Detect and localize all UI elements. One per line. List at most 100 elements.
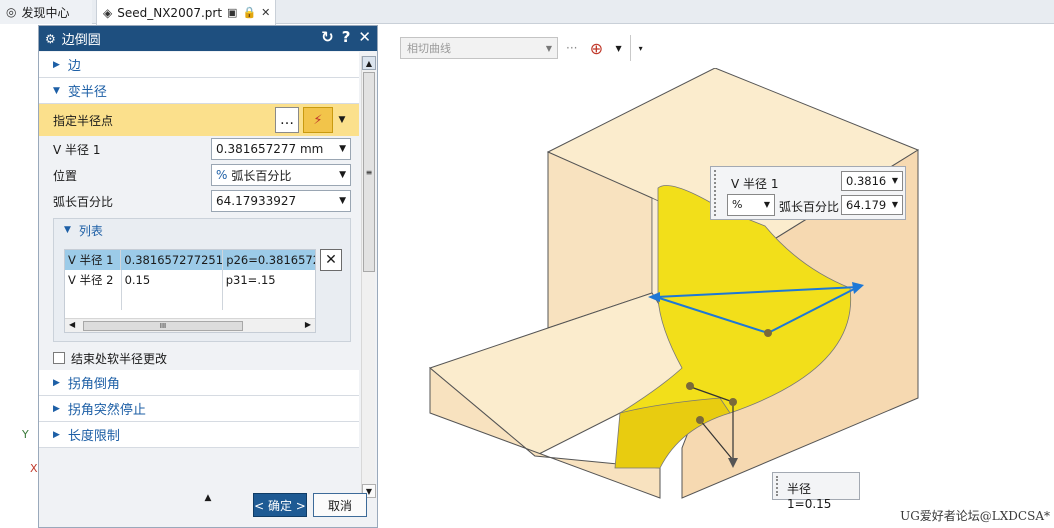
overlay-arc-percent-label: 弧长百分比 — [779, 200, 840, 214]
dialog-content: ▶ 边 ▼ 变半径 指定半径点 … ⚡ ▼ V 半径 1 0.381657277… — [39, 52, 359, 492]
overlay-position-select[interactable]: % ▼ — [727, 194, 775, 216]
smooth-end-checkbox-row[interactable]: 结束处软半径更改 — [39, 346, 359, 370]
smooth-end-label: 结束处软半径更改 — [71, 351, 168, 366]
section-variable-radius[interactable]: ▼ 变半径 — [39, 78, 359, 104]
chevron-down-icon: ▼ — [891, 176, 898, 185]
dialog-titlebar[interactable]: ⚙ 边倒圆 ↻ ? ✕ — [39, 26, 377, 51]
chevron-down-icon: ▼ — [339, 196, 346, 206]
variable-radius-body: 指定半径点 … ⚡ ▼ V 半径 1 0.381657277 mm ▼ 位置 %… — [39, 104, 359, 370]
v-radius-value: 0.381657277 mm — [216, 142, 324, 156]
arc-percent-value: 64.17933927 — [216, 194, 297, 208]
inferred-point-button[interactable]: ⚡ — [303, 107, 333, 133]
gear-icon[interactable]: ⚙ — [45, 32, 56, 46]
arc-percent-row: 弧长百分比 64.17933927 ▼ — [39, 188, 359, 214]
section-label: 拐角突然停止 — [67, 403, 146, 418]
position-label: 位置 — [53, 168, 78, 183]
modified-icon: ▣ — [227, 6, 238, 19]
table-row-empty — [65, 290, 315, 310]
cancel-button[interactable]: 取消 — [313, 493, 367, 517]
radius-list-table: V 半径 1 0.381657277251 p26=0.3816572 V 半径… — [64, 249, 316, 333]
row-value: 0.15 — [120, 270, 222, 290]
scroll-thumb[interactable]: ≡ — [363, 72, 375, 272]
curve-rule-value: 相切曲线 — [407, 42, 451, 55]
ok-button[interactable]: < 确定 > — [253, 493, 307, 517]
remove-row-button[interactable]: ✕ — [320, 249, 342, 271]
close-tab-icon[interactable]: ✕ — [261, 6, 270, 19]
radius-point-handle[interactable] — [686, 382, 694, 390]
tab-seed-part[interactable]: ◈ Seed_NX2007.prt ▣ 🔒 ✕ — [96, 0, 276, 25]
point-dialog-button[interactable]: … — [275, 107, 299, 133]
reset-icon[interactable]: ↻ — [321, 28, 334, 46]
list-header[interactable]: ▼ 列表 — [54, 219, 350, 241]
specify-point-row[interactable]: 指定半径点 … ⚡ ▼ — [39, 104, 359, 136]
row-name: V 半径 1 — [68, 253, 114, 267]
row-name: V 半径 2 — [68, 273, 114, 287]
arc-percent-label: 弧长百分比 — [53, 194, 114, 209]
list-group: ▼ 列表 V 半径 1 0.381657277251 p26=0.3816572… — [53, 218, 351, 342]
list-label: 列表 — [78, 223, 103, 238]
section-corner-stop[interactable]: ▶ 拐角突然停止 — [39, 396, 359, 422]
arc-percent-input[interactable]: 64.17933927 ▼ — [211, 190, 351, 212]
overlay-v-radius-input[interactable]: 0.3816 ▼ — [841, 171, 903, 191]
table-row[interactable]: V 半径 1 0.381657277251 p26=0.3816572 — [65, 250, 315, 270]
scroll-right-icon[interactable]: ▶ — [305, 320, 311, 329]
chevron-down-icon: ▼ — [763, 200, 770, 209]
drag-grip[interactable] — [714, 170, 718, 216]
specify-point-label: 指定半径点 — [53, 113, 114, 128]
scroll-left-icon[interactable]: ◀ — [69, 320, 75, 329]
radius-point-handle[interactable] — [729, 398, 737, 406]
section-label: 边 — [67, 59, 81, 74]
curve-rule-select[interactable]: 相切曲线 ▼ — [400, 37, 558, 59]
horizontal-scrollbar[interactable]: ◀ III ▶ — [65, 318, 315, 332]
lock-icon: 🔒 — [242, 6, 257, 19]
snap-point-icon[interactable]: ⊕ — [585, 37, 607, 59]
overlay-v-radius-label: V 半径 1 — [731, 177, 779, 191]
graphics-toolbar: 相切曲线 ▼ ··· ⊕ ▼ ▾ — [400, 35, 643, 61]
v-radius-input[interactable]: 0.381657277 mm ▼ — [211, 138, 351, 160]
overlay-arc-percent-value: 64.179 — [846, 198, 887, 212]
expand-icon: ▶ — [53, 377, 60, 388]
chevron-down-icon[interactable]: ▼ — [335, 107, 349, 133]
help-icon[interactable]: ? — [342, 28, 351, 46]
edge-blend-dialog: ⚙ 边倒圆 ↻ ? ✕ ▶ 边 ▼ 变半径 指定半径点 … ⚡ ▼ V 半径 1 — [38, 25, 378, 528]
radius-point-handle[interactable] — [696, 416, 704, 424]
toolbar-divider — [629, 35, 631, 61]
section-corner-setback[interactable]: ▶ 拐角倒角 — [39, 370, 359, 396]
more-options-icon[interactable]: ··· — [566, 41, 577, 55]
discovery-icon: ◎ — [6, 5, 17, 19]
dialog-title: 边倒圆 — [61, 33, 101, 48]
section-label: 拐角倒角 — [67, 377, 120, 392]
table-row[interactable]: V 半径 2 0.15 p31=.15 — [65, 270, 315, 290]
expand-icon: ▶ — [53, 429, 60, 440]
row-expression: p26=0.3816572 — [222, 250, 315, 270]
scroll-up-icon[interactable]: ▲ — [362, 56, 376, 70]
overlay-v-radius-value: 0.3816 — [846, 174, 887, 188]
section-length-limit[interactable]: ▶ 长度限制 — [39, 422, 359, 448]
radius-label: 半径 1=0.15 — [787, 482, 832, 511]
axis-y-label: Y — [22, 428, 29, 441]
section-label: 长度限制 — [67, 429, 120, 444]
position-select[interactable]: % 弧长百分比 ▼ — [211, 164, 351, 186]
tab-label: Seed_NX2007.prt — [117, 5, 223, 20]
close-icon[interactable]: ✕ — [358, 28, 371, 46]
toolbar-overflow-icon[interactable]: ▾ — [639, 44, 643, 53]
arc-percent-icon: % — [732, 198, 743, 211]
v-radius-label: V 半径 1 — [53, 142, 101, 157]
radius-point-handle[interactable] — [764, 329, 772, 337]
position-value: 弧长百分比 — [231, 168, 292, 183]
section-label: 变半径 — [67, 85, 107, 100]
part-icon: ◈ — [103, 5, 113, 20]
chevron-down-icon[interactable]: ▼ — [615, 44, 621, 53]
vertical-scrollbar[interactable]: ▲ ≡ ▼ — [361, 56, 376, 498]
tab-bar: ◎ 发现中心 ◈ Seed_NX2007.prt ▣ 🔒 ✕ — [0, 0, 1054, 25]
smooth-end-checkbox[interactable] — [53, 352, 65, 364]
part-model[interactable] — [420, 68, 1040, 508]
tab-discovery-center[interactable]: ◎ 发现中心 — [0, 0, 92, 24]
drag-grip[interactable] — [776, 476, 780, 496]
expand-icon: ▶ — [53, 403, 60, 414]
radius-label-overlay[interactable]: 半径 1=0.15 — [772, 472, 860, 511]
collapse-icon: ▼ — [53, 85, 60, 96]
section-edge[interactable]: ▶ 边 — [39, 52, 359, 78]
scroll-thumb[interactable]: III — [83, 321, 243, 331]
overlay-arc-percent-input[interactable]: 64.179 ▼ — [841, 195, 903, 215]
